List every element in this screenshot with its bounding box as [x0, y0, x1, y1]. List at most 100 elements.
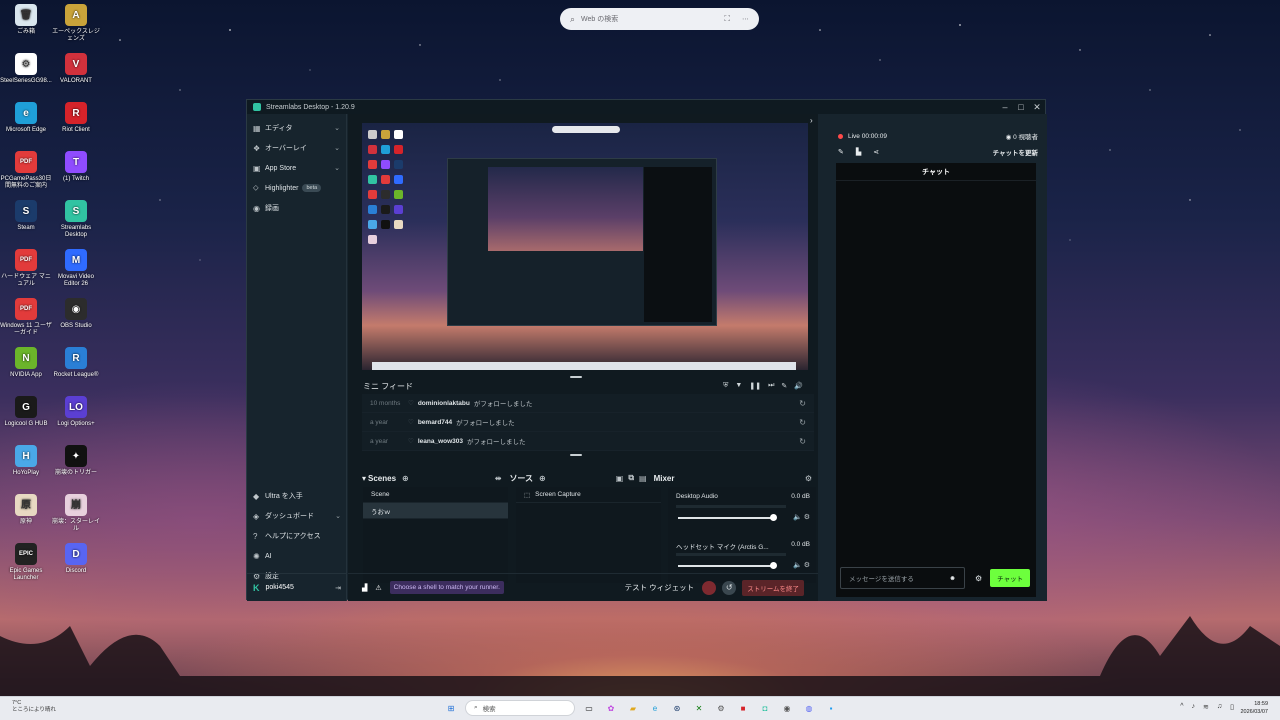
volume-slider-knob[interactable]: [770, 514, 777, 521]
sidebar-item[interactable]: ❖ オーバーレイ ⌄: [247, 138, 346, 158]
twitter-taskbar-icon[interactable]: ▪: [823, 700, 839, 716]
collapse-caret-icon[interactable]: ▾: [362, 474, 366, 483]
desktop-icon[interactable]: PDF Windows 11 ユーザーガイド: [0, 298, 52, 337]
desktop-icon[interactable]: T (1) Twitch: [50, 151, 102, 183]
skip-icon[interactable]: ⏭: [768, 382, 774, 390]
minimize-button[interactable]: –: [997, 102, 1013, 113]
desktop-icon[interactable]: R Riot Client: [50, 102, 102, 134]
desktop-icon[interactable]: S Streamlabs Desktop: [50, 200, 102, 239]
replay-alert-icon[interactable]: ↻: [799, 418, 806, 427]
sidebar-item[interactable]: ◉ 録画: [247, 198, 346, 218]
desktop-icon[interactable]: 原原神: [0, 494, 52, 526]
desktop-icon[interactable]: H HoYoPlay: [0, 445, 52, 477]
sidebar-item[interactable]: ▦ エディタ ⌄: [247, 118, 346, 138]
desktop-icon[interactable]: ◉ OBS Studio: [50, 298, 102, 330]
source-group-icon[interactable]: ▣: [616, 474, 624, 483]
share-icon[interactable]: ⋖: [873, 148, 879, 156]
end-stream-button[interactable]: ストリームを終了: [742, 579, 804, 596]
desktop-icon[interactable]: R Rocket League®: [50, 347, 102, 379]
taskbar-clock[interactable]: 18:59 2026/03/07: [1240, 700, 1268, 716]
filter-icon[interactable]: ▼: [735, 382, 742, 390]
chevron-right-icon[interactable]: ›: [810, 116, 813, 125]
riot-taskbar-icon[interactable]: ■: [735, 700, 751, 716]
obs-taskbar-icon[interactable]: ◉: [779, 700, 795, 716]
volume-slider-knob[interactable]: [770, 562, 777, 569]
desktop-icon[interactable]: D Discord: [50, 543, 102, 575]
replay-alert-icon[interactable]: ↻: [799, 399, 806, 408]
mixer-channel-controls[interactable]: 🔈 ⚙: [793, 561, 810, 569]
logout-icon[interactable]: ⇥: [335, 584, 341, 592]
copilot-icon[interactable]: ✿: [603, 700, 619, 716]
replay-alert-icon[interactable]: ↻: [799, 437, 806, 446]
desktop-icon[interactable]: PDF ハードウェア マニュアル: [0, 249, 52, 288]
chat-message-input[interactable]: メッセージを送信する ☻: [840, 567, 965, 589]
sidebar-item[interactable]: ? ヘルプにアクセス: [247, 526, 347, 546]
volume-icon[interactable]: 🔊: [794, 382, 803, 390]
battery-icon[interactable]: ▯: [1230, 703, 1234, 711]
xbox-icon[interactable]: ✕: [691, 700, 707, 716]
promo-banner[interactable]: Choose a shell to match your runner.: [389, 581, 504, 594]
scene-transition-icon[interactable]: ⇹: [495, 474, 502, 483]
task-view-icon[interactable]: ▭: [581, 700, 597, 716]
edit-icon[interactable]: ✎: [838, 148, 844, 156]
popout-icon[interactable]: ▙: [856, 148, 861, 156]
close-button[interactable]: ✕: [1029, 102, 1045, 113]
desktop-icon[interactable]: 崩崩壊：スターレイル: [50, 494, 102, 533]
desktop-icon[interactable]: e Microsoft Edge: [0, 102, 52, 134]
record-button[interactable]: [702, 580, 717, 595]
mic-icon[interactable]: ♪: [1192, 703, 1196, 711]
mute-alerts-icon[interactable]: ✎: [781, 382, 787, 390]
sidebar-item[interactable]: ▣ App Store ⌄: [247, 158, 346, 178]
replay-buffer-button[interactable]: ↺: [722, 580, 737, 595]
alert-icon[interactable]: ⚠: [375, 584, 381, 592]
desktop-icon[interactable]: V VALORANT: [50, 53, 102, 85]
edge-icon[interactable]: e: [647, 700, 663, 716]
scene-item[interactable]: うおｗ: [363, 503, 508, 519]
stream-preview[interactable]: [362, 123, 808, 370]
mixer-channel-controls[interactable]: 🔈 ⚙: [793, 513, 810, 521]
volume-slider[interactable]: [678, 565, 772, 567]
stats-icon[interactable]: ▟: [362, 584, 367, 592]
sidebar-item[interactable]: ✺ AI: [247, 546, 347, 566]
shield-icon[interactable]: ⛨: [723, 382, 728, 390]
emote-icon[interactable]: ☻: [949, 575, 956, 582]
source-copy-icon[interactable]: ⧉: [628, 473, 634, 483]
streamlabs-taskbar-icon[interactable]: ◘: [757, 700, 773, 716]
discord-taskbar-icon[interactable]: ◍: [801, 700, 817, 716]
desktop-icon[interactable]: ⚙ SteelSeriesGG98...: [0, 53, 52, 85]
source-item[interactable]: ⬚ Screen Capture: [516, 487, 661, 503]
tray-chevron-icon[interactable]: ^: [1180, 703, 1183, 711]
test-widget-label[interactable]: テスト ウィジェット: [625, 582, 695, 593]
add-source-icon[interactable]: ⊕: [539, 474, 546, 483]
maximize-button[interactable]: □: [1013, 102, 1029, 113]
desktop-icon[interactable]: EPIC Epic Games Launcher: [0, 543, 52, 582]
desktop-icon[interactable]: 🗑 ごみ箱: [0, 4, 52, 36]
mixer-settings-icon[interactable]: ⚙: [805, 474, 812, 483]
web-search-bar[interactable]: ⌕ Web の検索 ⛶ ⋯: [560, 8, 759, 30]
taskbar-search[interactable]: ⌕ 検索: [465, 700, 575, 716]
weather-widget[interactable]: 7°C ところにより晴れ: [12, 700, 56, 714]
chat-send-button[interactable]: チャット: [990, 569, 1031, 587]
add-scene-icon[interactable]: ⊕: [402, 474, 409, 483]
source-folder-icon[interactable]: ▤: [639, 474, 647, 483]
speaker-icon[interactable]: ♫: [1217, 703, 1222, 711]
desktop-icon[interactable]: G Logicool G HUB: [0, 396, 52, 428]
pause-icon[interactable]: ❚❚: [749, 382, 761, 390]
volume-slider[interactable]: [678, 517, 772, 519]
desktop-icon[interactable]: LO Logi Options+: [50, 396, 102, 428]
sidebar-item[interactable]: ◆ Ultra を入手: [247, 486, 347, 506]
settings-taskbar-icon[interactable]: ⚙: [713, 700, 729, 716]
chat-settings-icon[interactable]: ⚙: [975, 574, 982, 583]
user-account[interactable]: K poki4545 ⇥: [247, 573, 347, 601]
sidebar-item[interactable]: ⬦ Highlighter beta: [247, 178, 346, 198]
desktop-icon[interactable]: ✦ 崩壊のトリガー: [50, 445, 102, 477]
feed-resize-handle[interactable]: [570, 454, 582, 456]
desktop-icon[interactable]: S Steam: [0, 200, 52, 232]
refresh-chat-button[interactable]: チャットを更新: [993, 147, 1038, 157]
desktop-icon[interactable]: M Movavi Video Editor 26: [50, 249, 102, 288]
desktop-icon[interactable]: N NVIDIA App: [0, 347, 52, 379]
start-icon[interactable]: ⊞: [443, 700, 459, 716]
file-explorer-icon[interactable]: ▰: [625, 700, 641, 716]
wifi-icon[interactable]: ≋: [1203, 703, 1209, 711]
visual-search-icon[interactable]: ⛶: [724, 14, 730, 24]
